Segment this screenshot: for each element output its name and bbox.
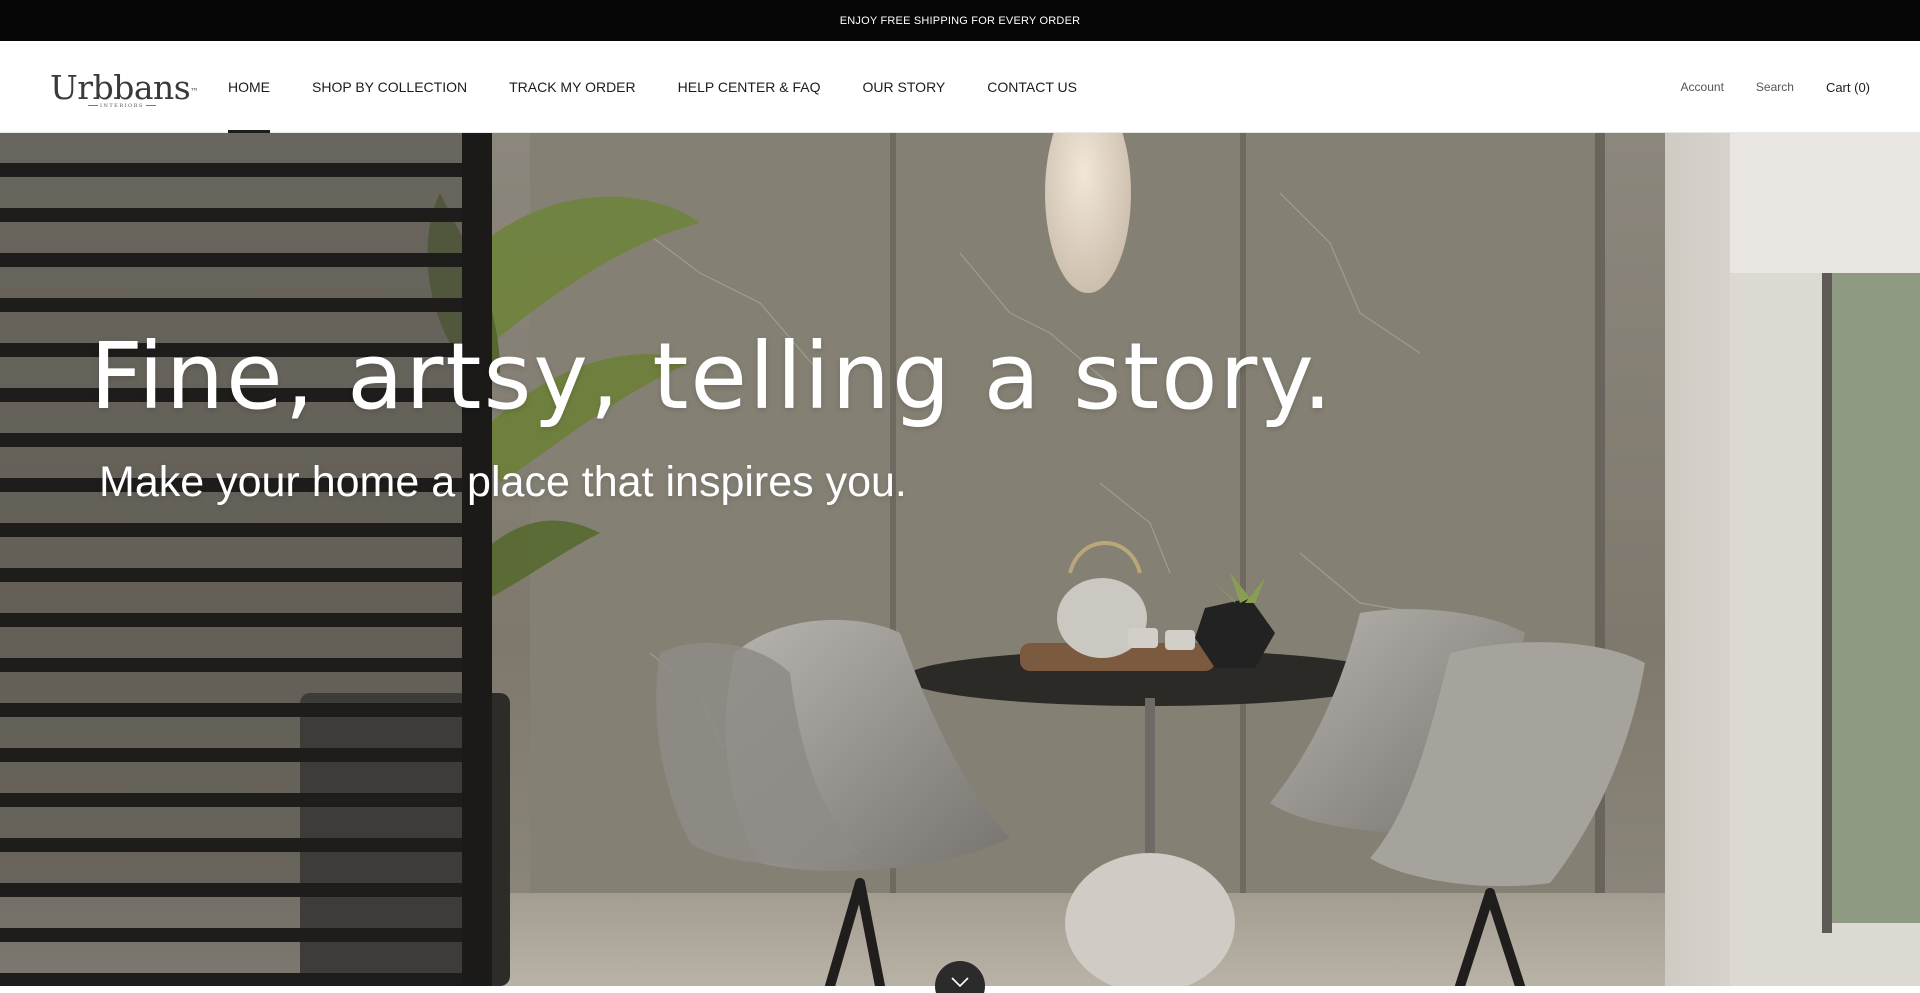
logo-trademark: ™ — [190, 87, 198, 96]
nav-label: SHOP BY COLLECTION — [312, 79, 468, 95]
search-link[interactable]: Search — [1756, 80, 1794, 94]
nav-label: CONTACT US — [987, 79, 1077, 95]
nav-item-contact-us[interactable]: CONTACT US — [987, 41, 1077, 133]
account-link[interactable]: Account — [1681, 80, 1724, 94]
chevron-down-icon — [951, 977, 969, 988]
nav-item-our-story[interactable]: OUR STORY — [863, 41, 946, 133]
announcement-bar: ENJOY FREE SHIPPING FOR EVERY ORDER — [0, 0, 1920, 41]
nav-item-help-center[interactable]: HELP CENTER & FAQ — [678, 41, 821, 133]
nav-label: TRACK MY ORDER — [509, 79, 636, 95]
nav-label: HELP CENTER & FAQ — [677, 79, 821, 95]
announcement-text: ENJOY FREE SHIPPING FOR EVERY ORDER — [839, 14, 1081, 27]
nav-item-shop-by-collection[interactable]: SHOP BY COLLECTION — [312, 41, 467, 133]
nav-item-home[interactable]: HOME — [228, 41, 270, 133]
nav-label: OUR STORY — [862, 79, 946, 95]
hero-subtitle: Make your home a place that inspires you… — [99, 458, 907, 506]
hero-background-image — [0, 133, 1920, 986]
nav-item-track-my-order[interactable]: TRACK MY ORDER — [509, 41, 636, 133]
cart-link[interactable]: Cart (0) — [1826, 80, 1870, 95]
nav-label: HOME — [228, 79, 270, 95]
hero-banner: Fine, artsy, telling a story. Make your … — [0, 133, 1920, 986]
hero-title: Fine, artsy, telling a story. — [90, 323, 1334, 430]
site-header: Urbbans™ INTERIORS HOME SHOP BY COLLECTI… — [0, 41, 1920, 133]
logo-tagline: INTERIORS — [86, 103, 158, 109]
header-actions: Account Search Cart (0) — [1649, 41, 1870, 133]
logo[interactable]: Urbbans™ INTERIORS — [50, 68, 198, 109]
logo-brand: Urbbans — [50, 68, 191, 107]
main-nav: HOME SHOP BY COLLECTION TRACK MY ORDER H… — [228, 41, 1119, 133]
